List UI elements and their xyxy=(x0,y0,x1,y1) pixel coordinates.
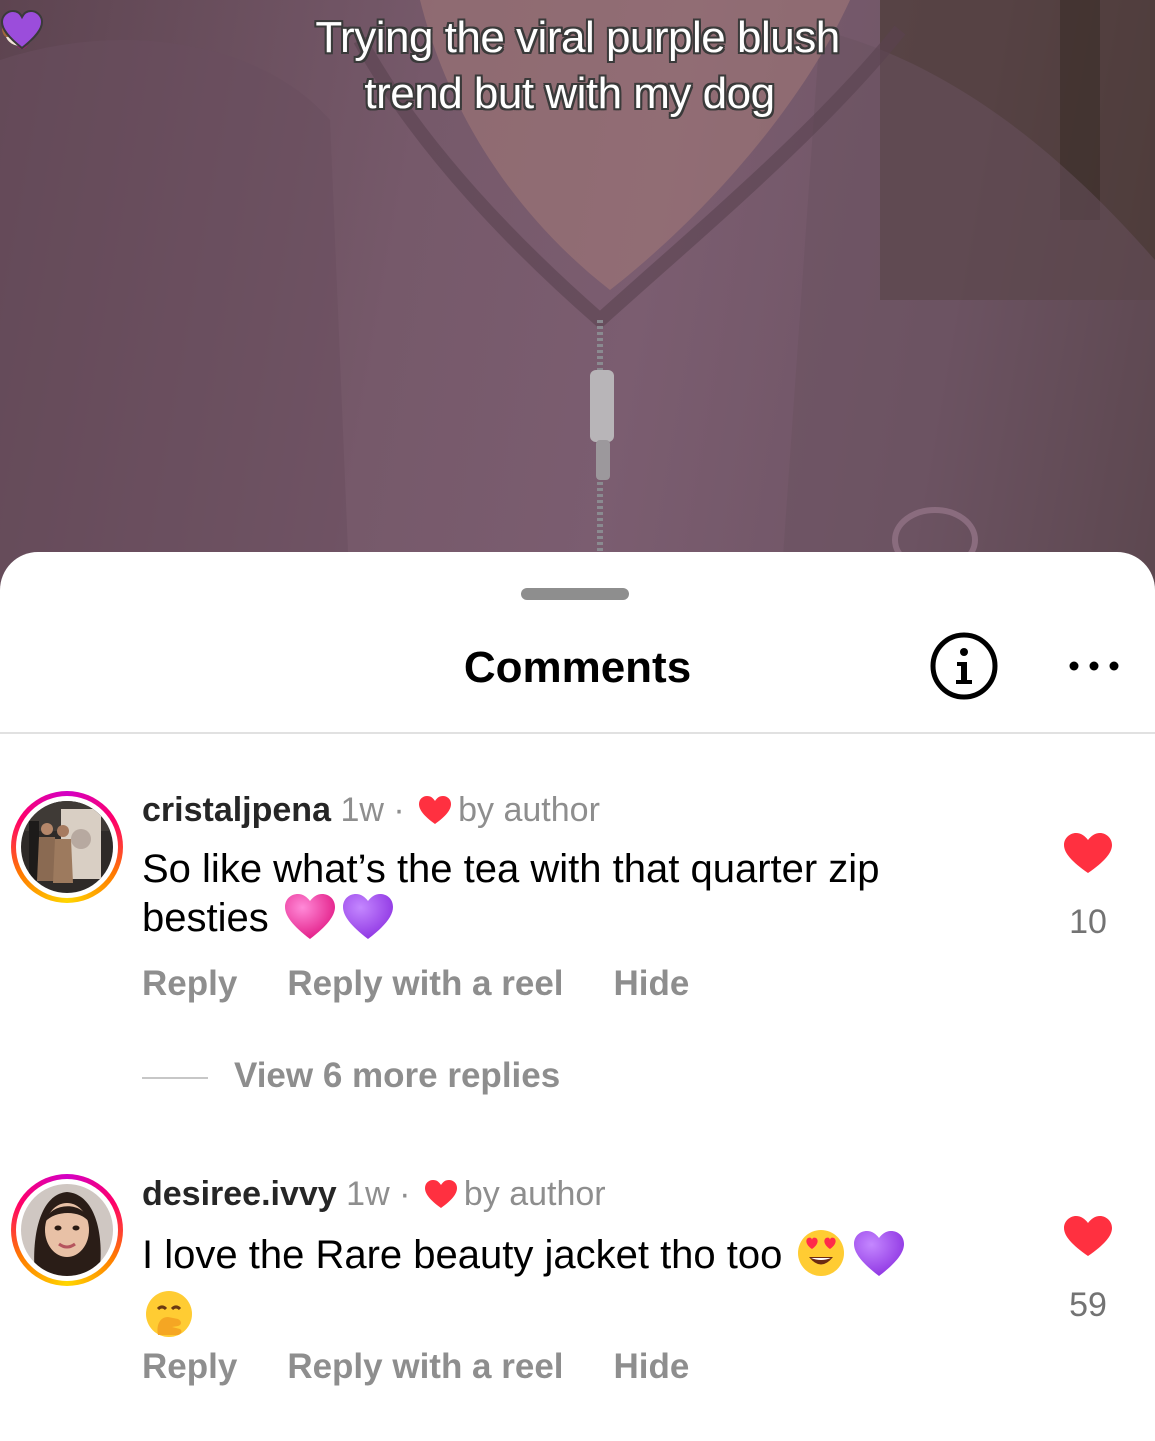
liked-by-author-label: by author xyxy=(463,1175,606,1213)
drag-handle[interactable] xyxy=(521,588,629,600)
comment-meta: desiree.ivvy 1w · by author xyxy=(142,1172,606,1220)
heart-icon xyxy=(418,792,452,836)
comment-text-line-1: So like what’s the tea with that quarter… xyxy=(142,847,880,891)
reel-video[interactable]: Trying the viral purple blush trend but … xyxy=(0,0,1155,600)
avatar-photo xyxy=(21,1184,113,1276)
info-icon[interactable] xyxy=(930,632,998,700)
view-more-replies-label: View 6 more replies xyxy=(234,1056,561,1095)
reply-button[interactable]: Reply xyxy=(142,962,237,1006)
like-button[interactable] xyxy=(1062,832,1114,879)
avatar[interactable] xyxy=(11,791,123,903)
reply-button[interactable]: Reply xyxy=(142,1345,237,1389)
like-button[interactable] xyxy=(1062,1215,1114,1262)
replies-divider-line xyxy=(142,1076,208,1079)
more-options-icon[interactable] xyxy=(1066,656,1122,676)
view-more-replies-button[interactable]: View 6 more replies xyxy=(142,1054,560,1098)
hide-button[interactable]: Hide xyxy=(614,962,690,1006)
reel-comments-screen: Trying the viral purple blush trend but … xyxy=(0,0,1155,1441)
avatar-photo xyxy=(21,801,113,893)
avatar-border xyxy=(16,796,118,898)
caption-line-1: Trying the viral purple blush xyxy=(315,13,840,62)
comment-text: So like what’s the tea with that quarter… xyxy=(142,845,1022,952)
video-caption: Trying the viral purple blush trend but … xyxy=(0,10,1155,122)
comment-timestamp: 1w · xyxy=(340,791,405,829)
heart-icon xyxy=(424,1176,458,1220)
avatar[interactable] xyxy=(11,1174,123,1286)
comment-actions: Reply Reply with a reel Hide xyxy=(142,1345,739,1389)
comment-username[interactable]: cristaljpena xyxy=(142,791,331,829)
comment-text-line-1: I love the Rare beauty jacket tho too xyxy=(142,1233,783,1277)
comment-actions: Reply Reply with a reel Hide xyxy=(142,962,739,1006)
caption-line-2-text: trend but with my dog xyxy=(364,69,775,118)
header-divider xyxy=(0,732,1155,734)
liked-by-author-label: by author xyxy=(458,791,600,829)
caption-line-2: trend but with my dog xyxy=(0,10,1155,122)
purple-heart-emoji-icon xyxy=(852,1230,906,1289)
face-with-hand-over-mouth-emoji-icon xyxy=(144,1289,194,1350)
comment-timestamp: 1w · xyxy=(346,1175,411,1213)
comment-text-line-2: besties xyxy=(142,896,269,940)
avatar-border xyxy=(16,1179,118,1281)
pink-heart-emoji-icon xyxy=(283,893,337,952)
comment-username[interactable]: desiree.ivvy xyxy=(142,1175,337,1213)
heart-eyes-emoji-icon xyxy=(796,1228,846,1289)
reply-with-reel-button[interactable]: Reply with a reel xyxy=(287,1345,563,1389)
hide-button[interactable]: Hide xyxy=(614,1345,690,1389)
comment-text: I love the Rare beauty jacket tho too xyxy=(142,1228,1022,1350)
purple-heart-emoji-icon xyxy=(341,893,395,952)
reply-with-reel-button[interactable]: Reply with a reel xyxy=(287,962,563,1006)
like-count: 10 xyxy=(1069,903,1107,941)
comment-meta: cristaljpena 1w · by author xyxy=(142,788,600,836)
like-count: 59 xyxy=(1069,1286,1107,1324)
